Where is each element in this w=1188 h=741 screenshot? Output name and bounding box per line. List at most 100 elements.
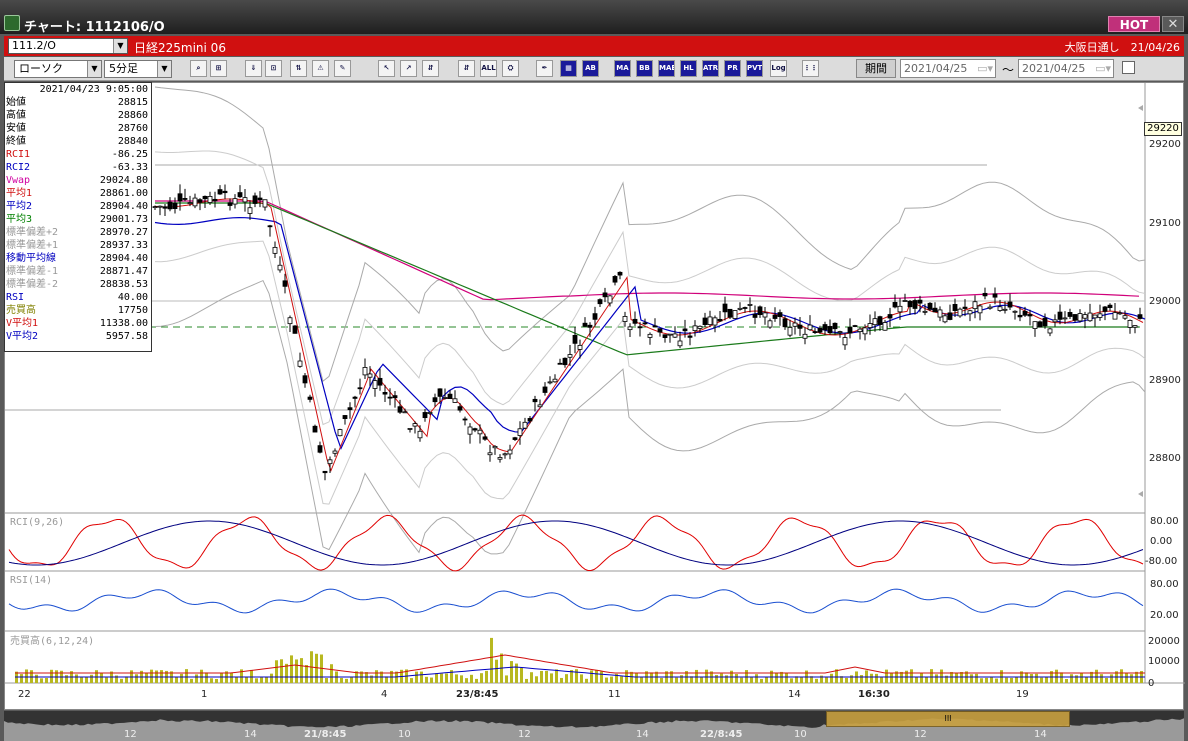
candle-body	[822, 324, 828, 331]
volume-bar	[200, 669, 203, 683]
candle-body	[897, 305, 903, 313]
chevron-down-icon[interactable]: ▼	[113, 39, 127, 53]
date-from-field[interactable]: 2021/04/25 ▭▾	[900, 59, 996, 78]
volume-bar	[435, 673, 438, 683]
volume-bar	[1125, 672, 1128, 683]
candle-body	[907, 300, 913, 308]
toolbar-tool-icon[interactable]: ⋮⋮	[802, 60, 819, 77]
toolbar-tool-icon[interactable]: MAE	[658, 60, 675, 77]
volume-bar	[430, 677, 433, 683]
toolbar-tool-icon[interactable]: ✒	[536, 60, 553, 77]
candle-body	[392, 395, 398, 399]
calendar-icon[interactable]: ▭▾	[1095, 60, 1111, 77]
toolbar-tool-icon[interactable]: MA	[614, 60, 631, 77]
volume-bar	[985, 677, 988, 683]
volume-bar	[860, 675, 863, 683]
candle-body	[707, 316, 713, 325]
info-label: 標準偏差-2	[6, 279, 59, 290]
close-icon[interactable]: ✕	[1162, 16, 1184, 32]
volume-bar	[245, 676, 248, 683]
volume-bar	[1130, 674, 1133, 683]
info-label: 平均2	[6, 201, 33, 212]
candle-body	[1122, 315, 1128, 319]
volume-bar	[270, 673, 273, 683]
candle-body	[312, 425, 318, 433]
toolbar-tool-icon[interactable]: AB	[582, 60, 599, 77]
candle-body	[307, 396, 313, 400]
toolbar-tool-icon[interactable]: ALL	[480, 60, 497, 77]
candle-body	[582, 322, 588, 327]
volume-bar	[765, 677, 768, 683]
candle-body	[532, 398, 538, 403]
toolbar-tool-icon[interactable]: HL	[680, 60, 697, 77]
toolbar-tool-icon[interactable]: ⇓	[245, 60, 262, 77]
info-label: V平均1	[6, 318, 39, 329]
navigator-tick: 14	[636, 729, 649, 740]
info-datetime: 2021/04/23 9:05:00	[5, 83, 151, 96]
candle-body	[702, 317, 708, 325]
toolbar-tool-icon[interactable]: ⇵	[458, 60, 475, 77]
rci-tick: 80.00	[1150, 516, 1179, 527]
toolbar-tool-icon[interactable]: ⊞	[210, 60, 227, 77]
candle-body	[227, 202, 233, 206]
toolbar-tool-icon[interactable]: ▦	[560, 60, 577, 77]
candle-body	[842, 337, 848, 346]
toolbar-tool-icon[interactable]: ⊡	[265, 60, 282, 77]
toolbar-tool-icon[interactable]: BB	[636, 60, 653, 77]
toolbar-tool-icon[interactable]: ✎	[334, 60, 351, 77]
period-button[interactable]: 期間	[856, 59, 896, 78]
time-navigator[interactable]: III	[4, 711, 1184, 741]
info-value: 28904.40	[99, 201, 148, 212]
volume-bar	[195, 674, 198, 683]
toolbar-tool-icon[interactable]: ⚠	[312, 60, 329, 77]
candle-body	[382, 391, 388, 395]
toolbar-tool-icon[interactable]: ↗	[400, 60, 417, 77]
candle-body	[347, 407, 353, 411]
interval-select[interactable]: 5分足 ▼	[104, 60, 172, 78]
candle-body	[1002, 308, 1008, 311]
chevron-down-icon[interactable]: ▼	[87, 61, 101, 77]
volume-bar	[65, 675, 68, 683]
toolbar-tool-icon[interactable]: Log	[770, 60, 787, 77]
chart-type-select[interactable]: ローソク ▼	[14, 60, 102, 78]
calendar-icon[interactable]: ▭▾	[977, 60, 993, 77]
date-to-field[interactable]: 2021/04/25 ▭▾	[1018, 59, 1114, 78]
candle-body	[207, 196, 213, 203]
volume-bar	[145, 673, 148, 683]
volume-bar	[325, 678, 328, 683]
info-row: RCI1 -86.25	[5, 148, 151, 161]
toolbar-tool-icon[interactable]: PVT	[746, 60, 763, 77]
date-range-checkbox[interactable]	[1122, 61, 1135, 74]
toolbar-tool-icon[interactable]: ⇵	[422, 60, 439, 77]
info-row: 平均1 28861.00	[5, 187, 151, 200]
symbol-code: 111.2/O	[12, 39, 56, 52]
info-row: V平均2 5957.58	[5, 330, 151, 343]
candle-body	[857, 328, 863, 332]
candle-body	[1017, 314, 1023, 318]
candle-body	[832, 322, 838, 330]
candle-body	[1132, 325, 1138, 328]
candle-body	[872, 318, 878, 326]
symbol-select[interactable]: 111.2/O ▼	[8, 38, 128, 54]
chevron-down-icon[interactable]: ▼	[157, 61, 171, 77]
toolbar-tool-icon[interactable]: PR	[724, 60, 741, 77]
toolbar-tool-icon[interactable]: ⇅	[290, 60, 307, 77]
info-row: 標準偏差+1 28937.33	[5, 239, 151, 252]
candle-body	[772, 314, 778, 319]
navigator-thumb[interactable]: III	[826, 711, 1070, 727]
toolbar-tool-icon[interactable]: ⌕	[190, 60, 207, 77]
vwap-line	[155, 200, 1140, 301]
volume-bar	[1080, 673, 1083, 683]
info-label: 高値	[6, 110, 26, 121]
candle-body	[402, 411, 408, 414]
hot-button[interactable]: HOT	[1108, 16, 1160, 32]
volume-bar	[590, 670, 593, 683]
toolbar-tool-icon[interactable]: ⛭	[502, 60, 519, 77]
volume-bar	[100, 672, 103, 683]
toolbar-tool-icon[interactable]: ATR	[702, 60, 719, 77]
toolbar-tool-icon[interactable]: ↖	[378, 60, 395, 77]
candle-body	[492, 445, 498, 449]
x-tick: 14	[788, 689, 801, 700]
chart-area[interactable]	[4, 82, 1185, 710]
candle-body	[617, 271, 623, 276]
